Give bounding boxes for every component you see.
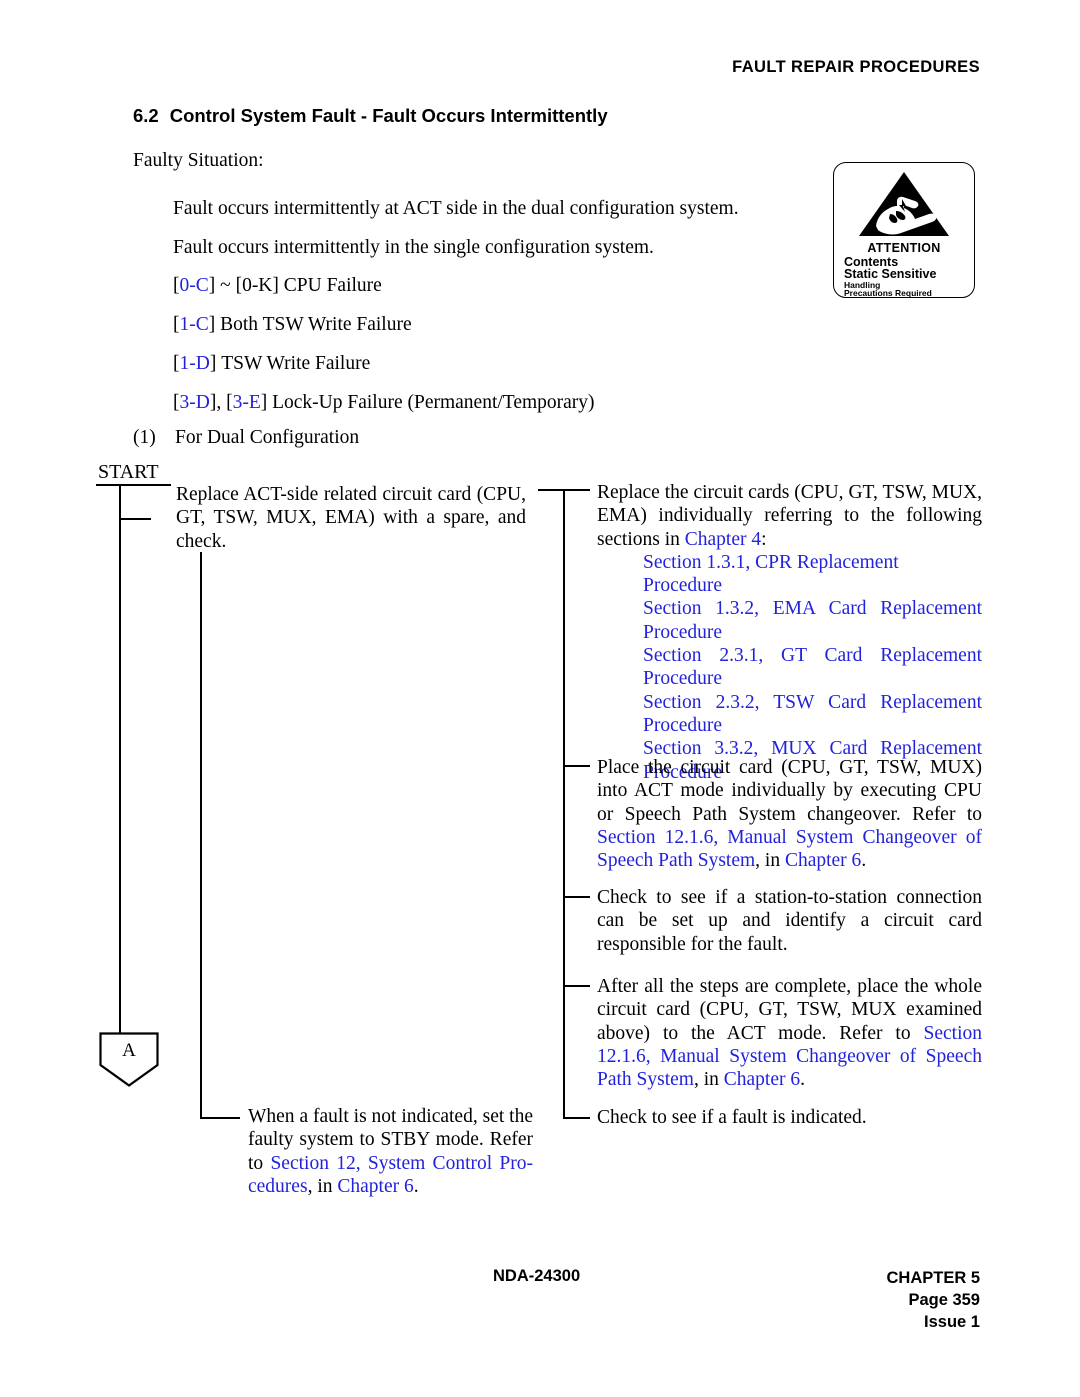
esd-attention-text: ATTENTION <box>867 241 941 255</box>
bracket-close-2: ] <box>260 392 273 413</box>
footer-page-number: Page 359 <box>908 1291 980 1309</box>
flowchart-right-spine <box>563 489 565 1119</box>
section-reference-link[interactable]: Section 2.3.1, GT Card Replacement Proce… <box>643 644 982 691</box>
fault-code-description: Both TSW Write Failure <box>220 314 412 335</box>
bracket-close: ] <box>209 353 222 374</box>
numbered-item-number: (1) <box>133 427 156 448</box>
numbered-item: (1) For Dual Configuration <box>133 425 359 450</box>
fault-code-description: TSW Write Failure <box>221 353 371 374</box>
flow-right-step-1-lead-end: : <box>761 528 767 550</box>
bracket-close-2: ] <box>272 275 284 296</box>
fault-code-value: 3-D <box>179 392 210 413</box>
fault-code-value: 1-D <box>179 353 210 374</box>
esd-static-sensitive-text: Static Sensitive <box>844 267 937 281</box>
document-page: FAULT REPAIR PROCEDURES 6.2 Control Syste… <box>0 0 1080 1397</box>
page-title: 6.2 Control System Fault - Fault Occurs I… <box>133 105 608 127</box>
flow-right-step-4-ref2[interactable]: Chapter 6 <box>724 1069 800 1090</box>
flow-right-step-1-ref-list: Section 1.3.1, CPR Replacement Procedure… <box>643 551 982 784</box>
footer-chapter: CHAPTER 5 <box>886 1269 980 1287</box>
fault-code-item: [1-D] TSW Write Failure <box>173 351 370 376</box>
flowchart-left-tick-2 <box>200 1117 240 1119</box>
flow-right-step-2-end: . <box>861 850 867 872</box>
flow-right-step-1-lead-ref[interactable]: Chapter 4 <box>685 529 761 550</box>
section-number: 6.2 <box>133 105 159 126</box>
faulty-situation-label: Faulty Situation: <box>133 150 264 171</box>
flow-left-step-1: Replace ACT-side related circuit card (C… <box>176 484 526 552</box>
numbered-item-text: For Dual Configuration <box>175 427 360 448</box>
flowchart-right-tick-4 <box>563 985 590 987</box>
bracket-close: ] <box>208 314 221 335</box>
flowchart-left-spine-2 <box>200 552 202 1118</box>
esd-static-sensitive-icon <box>859 172 949 236</box>
footer-document-number: NDA-24300 <box>493 1267 581 1285</box>
footer-right-block: CHAPTER 5 Page 359 Issue 1 <box>886 1267 980 1333</box>
esd-warning-label: ATTENTION Contents Static Sensitive Hand… <box>833 162 975 298</box>
flow-right-step-2-ref2[interactable]: Chapter 6 <box>785 850 861 871</box>
flowchart-right-tick-5 <box>563 1117 590 1119</box>
footer-issue: Issue 1 <box>924 1313 980 1331</box>
flow-left-step-2-end: . <box>413 1175 419 1197</box>
flowchart-right-tick-3 <box>563 896 590 898</box>
flow-right-step-2-pre: Place the circuit card (CPU, GT, TSW, MU… <box>597 757 982 825</box>
flowchart-right-tick-2 <box>563 765 590 767</box>
flow-left-step-2: When a fault is not indicated, set the f… <box>248 1105 533 1198</box>
fault-code-value: 1-C <box>179 314 209 335</box>
intro-line-2: Fault occurs intermittently in the singl… <box>173 237 654 258</box>
section-reference-link[interactable]: Section 1.3.2, EMA Card Replacement Proc… <box>643 597 982 644</box>
fault-code-item: [3-D], [3-E] Lock-Up Failure (Permanent/… <box>173 390 595 415</box>
esd-precautions-text: Precautions Required <box>844 288 932 298</box>
flow-left-step-2-ref2[interactable]: Chapter 6 <box>337 1176 413 1197</box>
fault-code-separator: ~ <box>215 275 236 296</box>
intro-line-1: Fault occurs intermittently at ACT side … <box>173 198 739 219</box>
section-title-text: Control System Fault - Fault Occurs Inte… <box>169 105 608 126</box>
flowchart-left-spine <box>119 486 121 1035</box>
flowchart-connector-a-label: A <box>122 1040 136 1061</box>
fault-code-separator: , <box>216 392 227 413</box>
fault-code-description: CPU Failure <box>283 275 382 296</box>
flow-right-step-4-mid: , in <box>693 1069 724 1091</box>
flow-right-step-1-lead-pre: Replace the circuit cards (CPU, GT, TSW,… <box>597 482 982 550</box>
flow-right-step-1: Replace the circuit cards (CPU, GT, TSW,… <box>597 481 982 784</box>
fault-code-item: [0-C] ~ [0-K] CPU Failure <box>173 273 382 298</box>
flow-right-step-4-end: . <box>800 1069 805 1091</box>
flowchart-start-underline <box>96 484 171 486</box>
flowchart-start-label: START <box>98 461 159 483</box>
flow-right-step-2-mid: , in <box>755 850 785 872</box>
fault-code-description: Lock-Up Failure (Permanent/Temporary) <box>272 392 595 413</box>
flow-left-step-2-mid: , in <box>307 1175 338 1197</box>
flow-right-step-5: Check to see if a fault is indicated. <box>597 1107 867 1128</box>
fault-code-value-2: 0-K <box>242 275 273 296</box>
fault-code-value: 0-C <box>179 275 209 296</box>
fault-code-item: [1-C] Both TSW Write Failure <box>173 312 412 337</box>
fault-code-value-2: 3-E <box>232 392 261 413</box>
flowchart-left-tick-1 <box>119 518 151 520</box>
flow-right-step-3: Check to see if a station-to-station con… <box>597 887 982 955</box>
flow-right-step-2: Place the circuit card (CPU, GT, TSW, MU… <box>597 756 982 872</box>
running-head: FAULT REPAIR PROCEDURES <box>732 58 980 76</box>
flow-right-step-4: After all the steps are complete, place … <box>597 975 982 1091</box>
section-reference-link[interactable]: Section 1.3.1, CPR Replacement Procedure <box>643 551 982 598</box>
section-reference-link[interactable]: Section 2.3.2, TSW Card Replacement Proc… <box>643 691 982 738</box>
